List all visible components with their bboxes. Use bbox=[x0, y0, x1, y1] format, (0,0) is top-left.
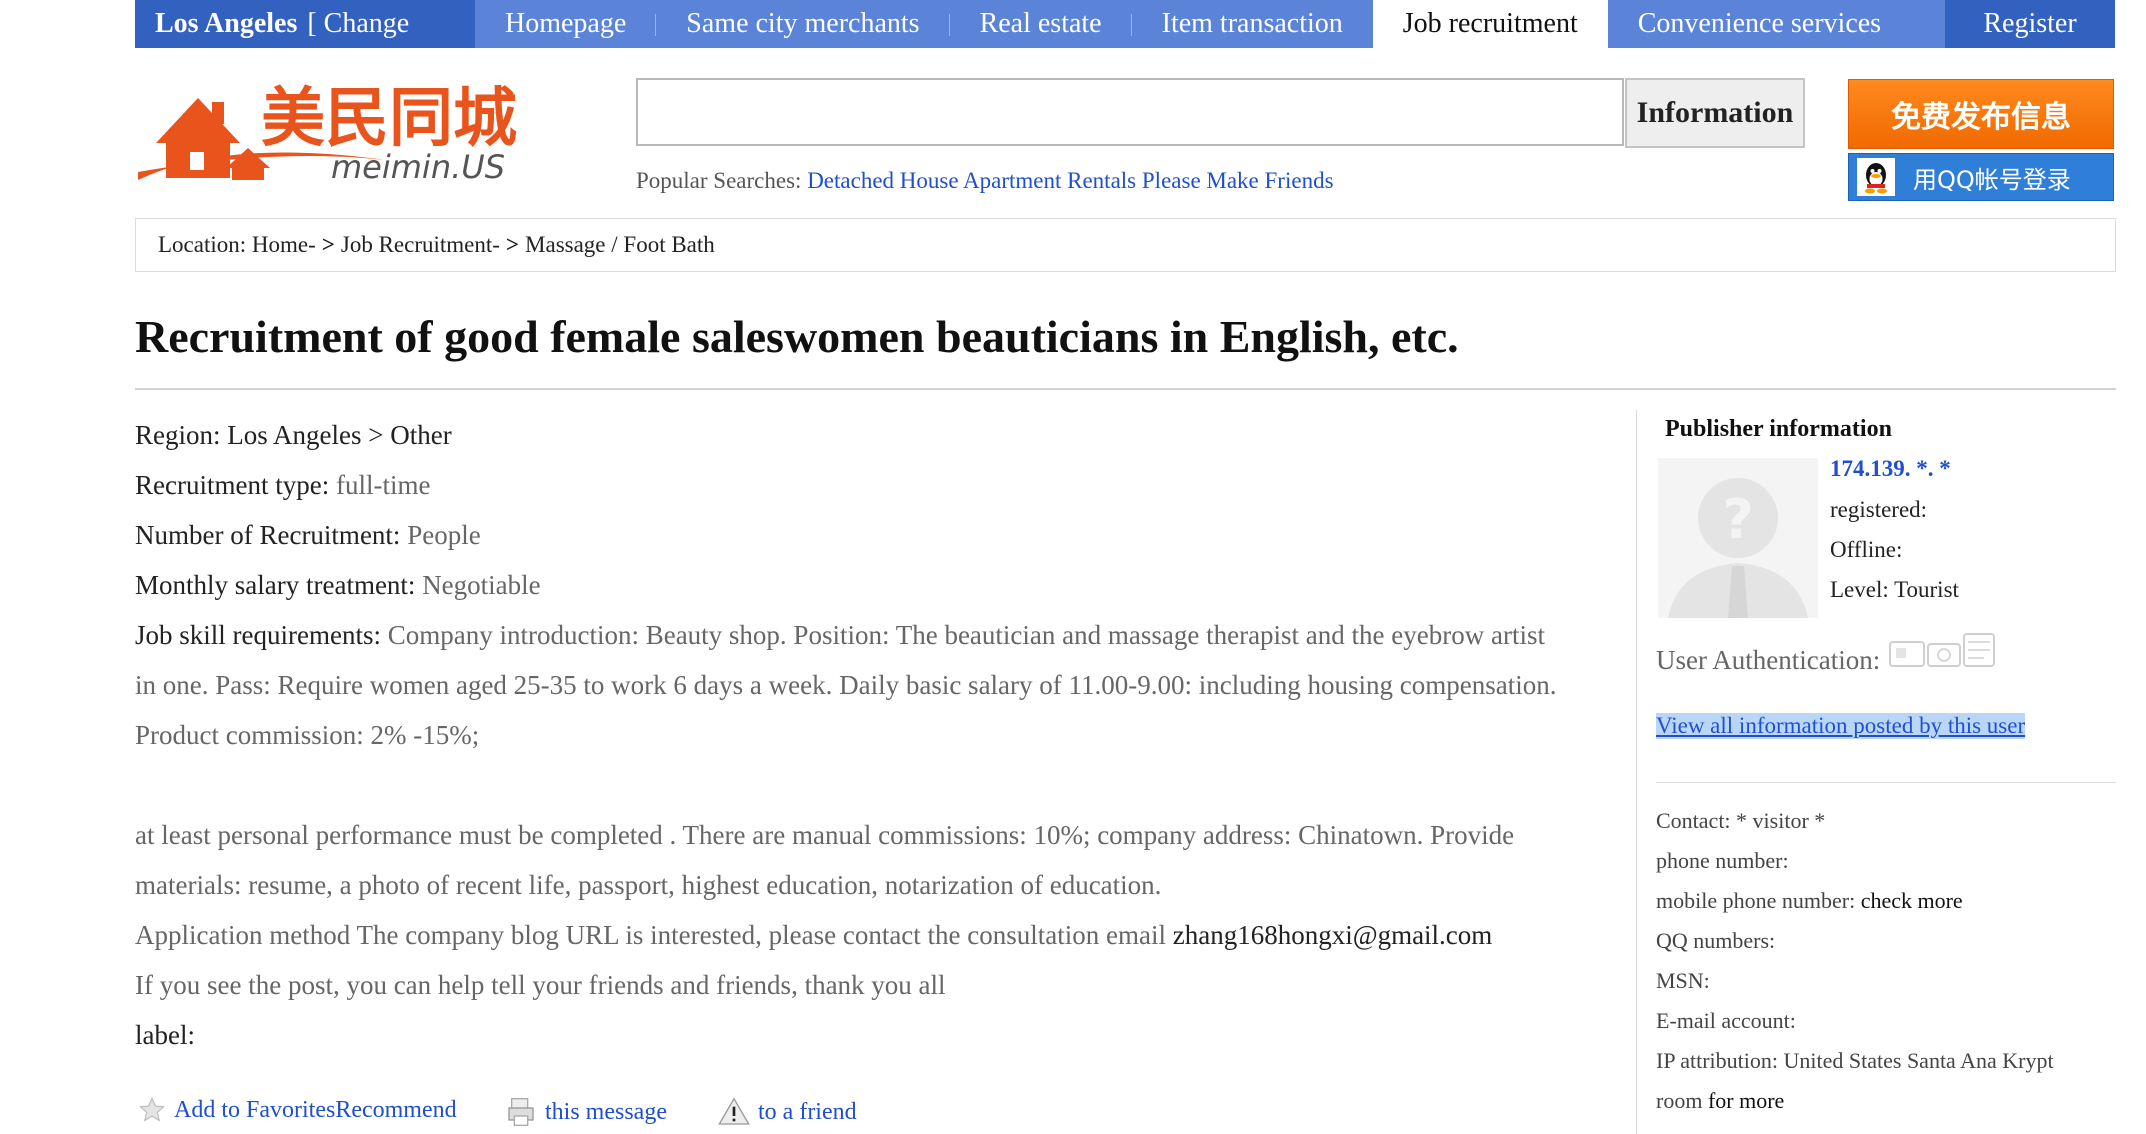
site-logo[interactable]: 美民同城 meimin.US bbox=[136, 68, 531, 188]
qq-numbers: QQ numbers: bbox=[1656, 928, 1776, 953]
sidebar-rule bbox=[1656, 782, 2116, 783]
type-row: Recruitment type: full-time bbox=[135, 470, 430, 501]
application-line: Application method The company blog URL … bbox=[135, 920, 1492, 951]
breadcrumb-home[interactable]: Home- bbox=[252, 232, 316, 258]
room-label: room bbox=[1656, 1088, 1703, 1113]
number-row: Number of Recruitment: People bbox=[135, 520, 481, 551]
msn: MSN: bbox=[1656, 968, 1710, 993]
popular-link-detached-house[interactable]: Detached House bbox=[807, 168, 958, 193]
publisher-status: Offline: bbox=[1830, 537, 1903, 562]
nav-same-city-merchants[interactable]: Same city merchants bbox=[656, 0, 950, 48]
salary-label: Monthly salary treatment: bbox=[135, 570, 416, 600]
salary-value: Negotiable bbox=[422, 570, 541, 600]
publisher-registered: registered: bbox=[1830, 497, 1928, 522]
print-message-link[interactable]: this message bbox=[505, 1096, 667, 1128]
ip-attribution: IP attribution: United States Santa Ana … bbox=[1656, 1048, 2054, 1073]
type-label: Recruitment type: bbox=[135, 470, 330, 500]
skill-line-1: Company introduction: Beauty shop. Posit… bbox=[387, 620, 1545, 650]
mobile-phone-label: mobile phone number: bbox=[1656, 888, 1856, 913]
warning-icon bbox=[718, 1097, 750, 1125]
publisher-title: Publisher information bbox=[1665, 416, 1892, 442]
skill-label: Job skill requirements: bbox=[135, 620, 381, 650]
report-friend-link[interactable]: to a friend bbox=[718, 1096, 857, 1128]
print-icon bbox=[508, 1098, 534, 1126]
nav-real-estate[interactable]: Real estate bbox=[950, 0, 1132, 48]
region-row: Region: Los Angeles > Other bbox=[135, 420, 452, 451]
popular-label: Popular Searches: bbox=[636, 168, 802, 193]
title-divider bbox=[135, 388, 2116, 390]
number-value: People bbox=[407, 520, 481, 550]
qq-penguin-icon bbox=[1857, 158, 1895, 196]
mobile-check-more-link[interactable]: check more bbox=[1861, 888, 1963, 913]
breadcrumb: Location: Home- > Job Recruitment- > Mas… bbox=[135, 218, 2116, 272]
skill-row: Job skill requirements: Company introduc… bbox=[135, 620, 1545, 651]
contact-email[interactable]: zhang168hongxi@gmail.com bbox=[1173, 920, 1493, 950]
nav-homepage[interactable]: Homepage bbox=[475, 0, 657, 48]
breadcrumb-label: Location: bbox=[158, 232, 247, 257]
top-nav: Los Angeles [ Change Homepage Same city … bbox=[135, 0, 2115, 48]
salary-row: Monthly salary treatment: Negotiable bbox=[135, 570, 541, 601]
popular-link-apartment-rentals[interactable]: Apartment Rentals bbox=[963, 168, 1136, 193]
city-name: Los Angeles bbox=[155, 8, 298, 39]
type-value: full-time bbox=[335, 470, 431, 500]
email-account: E-mail account: bbox=[1656, 1008, 1796, 1033]
view-all-posts-link[interactable]: View all information posted by this user bbox=[1656, 713, 2026, 739]
number-label: Number of Recruitment: bbox=[135, 520, 401, 550]
label-line: label: bbox=[135, 1020, 195, 1050]
breadcrumb-massage[interactable]: Massage / Foot Bath bbox=[525, 232, 715, 258]
room-row: room for more bbox=[1656, 1088, 1784, 1114]
search-button[interactable]: Information bbox=[1625, 78, 1805, 148]
nav-job-recruitment[interactable]: Job recruitment bbox=[1372, 0, 1608, 48]
qq-login-button[interactable]: 用QQ帐号登录 bbox=[1848, 153, 2114, 201]
region-value: Los Angeles > Other bbox=[227, 420, 452, 450]
authentication-icons bbox=[1888, 630, 2000, 675]
change-city-link[interactable]: [ Change bbox=[307, 8, 409, 40]
register-link[interactable]: Register bbox=[1945, 0, 2115, 48]
breadcrumb-job-recruitment[interactable]: Job Recruitment- bbox=[341, 232, 500, 258]
share-line: If you see the post, you can help tell y… bbox=[135, 970, 946, 1000]
page-title: Recruitment of good female saleswomen be… bbox=[135, 311, 1459, 362]
publish-free-button[interactable]: 免费发布信息 bbox=[1848, 79, 2114, 149]
sidebar-divider bbox=[1636, 410, 1637, 1134]
application-text: Application method The company blog URL … bbox=[135, 920, 1166, 950]
room-more-link[interactable]: for more bbox=[1708, 1088, 1784, 1113]
description-line-1: at least personal performance must be co… bbox=[135, 820, 1515, 850]
report-friend-label: to a friend bbox=[758, 1098, 857, 1125]
region-label: Region: bbox=[135, 420, 221, 450]
mobile-phone-row: mobile phone number: check more bbox=[1656, 888, 1963, 914]
skill-line-2: in one. Pass: Require women aged 25-35 t… bbox=[135, 670, 1557, 700]
avatar: ? bbox=[1658, 458, 1818, 618]
popular-searches: Popular Searches: Detached House Apartme… bbox=[636, 168, 1334, 194]
phone-number: phone number: bbox=[1656, 848, 1789, 873]
contact-visitor: Contact: * visitor * bbox=[1656, 808, 1826, 833]
skill-line-3: Product commission: 2% -15%; bbox=[135, 720, 480, 750]
nav-convenience-services[interactable]: Convenience services bbox=[1608, 0, 1911, 48]
star-icon bbox=[138, 1096, 166, 1122]
id-card-icon bbox=[1889, 641, 1925, 667]
search-input[interactable] bbox=[636, 78, 1624, 146]
svg-text:?: ? bbox=[1722, 488, 1753, 551]
city-selector[interactable]: Los Angeles [ Change bbox=[135, 0, 475, 48]
logo-chinese: 美民同城 bbox=[261, 82, 517, 156]
publisher-level: Level: Tourist bbox=[1830, 577, 1959, 602]
logo-latin: meimin.US bbox=[331, 148, 505, 186]
user-authentication-label: User Authentication: bbox=[1656, 645, 1881, 675]
description-line-2: materials: resume, a photo of recent lif… bbox=[135, 870, 1162, 900]
add-favorites-label: Add to FavoritesRecommend bbox=[174, 1096, 457, 1123]
mobile-auth-icon bbox=[1927, 643, 1961, 667]
popular-link-make-friends[interactable]: Please Make Friends bbox=[1142, 168, 1334, 193]
qq-login-label: 用QQ帐号登录 bbox=[1913, 165, 2071, 194]
default-avatar-icon: ? bbox=[1658, 458, 1818, 618]
add-favorites-link[interactable]: Add to FavoritesRecommend bbox=[138, 1096, 457, 1124]
publisher-ip[interactable]: 174.139. *. * bbox=[1830, 456, 1951, 482]
nav-item-transaction[interactable]: Item transaction bbox=[1132, 0, 1373, 48]
print-message-label: this message bbox=[545, 1098, 667, 1125]
